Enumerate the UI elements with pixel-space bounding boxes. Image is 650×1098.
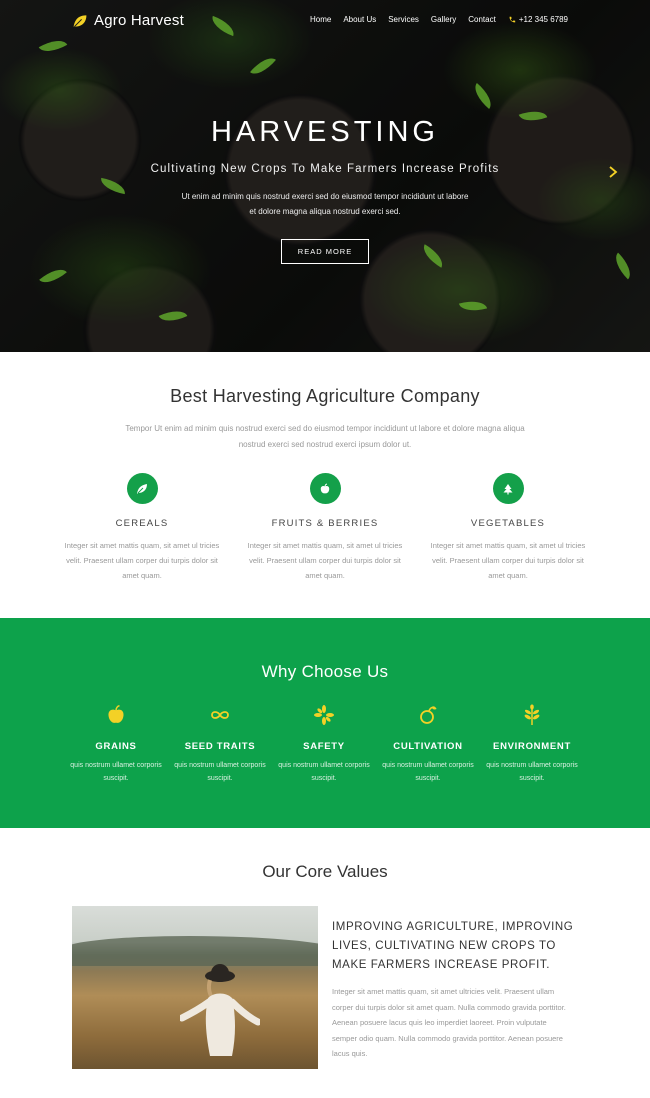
why-title: Why Choose Us xyxy=(261,662,389,681)
core-heading: IMPROVING AGRICULTURE, IMPROVING LIVES, … xyxy=(332,921,574,971)
apple-icon xyxy=(320,483,330,493)
about-section: Best Harvesting Agriculture Company Temp… xyxy=(0,352,650,618)
why-item-title: ENVIRONMENT xyxy=(493,741,571,752)
read-more-button[interactable]: READ MORE xyxy=(281,239,369,264)
hero-content: HARVESTING Cultivating New Crops To Make… xyxy=(0,116,650,264)
why-item-title: CULTIVATION xyxy=(393,741,463,752)
why-item-text: quis nostrum ullamet corporis suscipit. xyxy=(174,762,266,782)
why-item-text: quis nostrum ullamet corporis suscipit. xyxy=(278,762,370,782)
woman-in-field-illustration xyxy=(180,964,260,1056)
next-slide-arrow-icon[interactable] xyxy=(606,165,620,179)
top-navigation: Agro Harvest Home About Us Services Gall… xyxy=(0,0,650,40)
feature-text: Integer sit amet mattis quam, sit amet u… xyxy=(247,541,403,580)
leaf-decoration xyxy=(458,296,488,316)
apple-icon xyxy=(108,705,124,723)
feature-icon-circle xyxy=(492,473,524,504)
why-item-grains: GRAINS quis nostrum ullamet corporis sus… xyxy=(68,704,164,785)
main-menu: Home About Us Services Gallery Contact +… xyxy=(310,15,568,24)
fruit-icon xyxy=(420,706,437,724)
feature-title: FRUITS & BERRIES xyxy=(271,518,379,529)
why-choose-us-section: Why Choose Us GRAINS quis nostrum ullame… xyxy=(0,618,650,828)
nav-home[interactable]: Home xyxy=(310,15,331,24)
nav-services[interactable]: Services xyxy=(388,15,419,24)
nav-gallery[interactable]: Gallery xyxy=(431,15,456,24)
why-item-title: GRAINS xyxy=(95,741,137,752)
tree-icon xyxy=(503,483,513,494)
feature-icon-circle xyxy=(126,473,158,504)
why-item-text: quis nostrum ullamet corporis suscipit. xyxy=(382,762,474,782)
feature-title: CEREALS xyxy=(115,518,169,529)
core-title: Our Core Values xyxy=(262,862,388,881)
why-item-environment: ENVIRONMENT quis nostrum ullamet corpori… xyxy=(484,704,580,785)
hero-subtitle: Cultivating New Crops To Make Farmers In… xyxy=(150,163,500,175)
why-item-seed-traits: SEED TRAITS quis nostrum ullamet corpori… xyxy=(172,704,268,785)
nav-contact[interactable]: Contact xyxy=(468,15,496,24)
sprout-icon xyxy=(524,704,540,725)
feature-list: CEREALS Integer sit amet mattis quam, si… xyxy=(62,473,588,583)
why-item-list: GRAINS quis nostrum ullamet corporis sus… xyxy=(68,704,580,785)
leaf-icon xyxy=(137,483,147,494)
why-item-text: quis nostrum ullamet corporis suscipit. xyxy=(70,762,162,782)
why-item-text: quis nostrum ullamet corporis suscipit. xyxy=(486,762,578,782)
feature-title: VEGETABLES xyxy=(470,518,546,529)
feature-icon-circle xyxy=(309,473,341,504)
infinity-icon xyxy=(211,711,229,719)
leaf-decoration xyxy=(469,83,497,109)
hero-banner: Agro Harvest Home About Us Services Gall… xyxy=(0,0,650,352)
hero-title: HARVESTING xyxy=(210,116,439,148)
why-item-title: SAFETY xyxy=(303,741,345,752)
brand-logo[interactable]: Agro Harvest xyxy=(72,12,184,29)
why-item-cultivation: CULTIVATION quis nostrum ullamet corpori… xyxy=(380,704,476,785)
feature-text: Integer sit amet mattis quam, sit amet u… xyxy=(64,541,220,580)
hero-description: Ut enim ad minim quis nostrud exerci sed… xyxy=(181,192,469,216)
brand-name: Agro Harvest xyxy=(94,12,184,29)
feature-text: Integer sit amet mattis quam, sit amet u… xyxy=(430,541,586,580)
leaf-decoration xyxy=(250,52,276,80)
leaf-icon xyxy=(73,14,87,27)
core-values-image xyxy=(72,906,318,1069)
why-item-title: SEED TRAITS xyxy=(184,741,256,752)
core-values-section: Our Core Values IMPROVING AGRICULTURE, I… xyxy=(0,828,650,1098)
phone-number: +12 345 6789 xyxy=(518,15,568,24)
leaf-decoration xyxy=(39,263,67,289)
why-item-safety: SAFETY quis nostrum ullamet corporis sus… xyxy=(276,704,372,785)
phone-icon xyxy=(509,16,516,22)
core-text: Integer sit amet mattis quam, sit amet u… xyxy=(332,987,566,1058)
about-intro: Tempor Ut enim ad minim quis nostrud exe… xyxy=(125,424,525,449)
feature-vegetables: VEGETABLES Integer sit amet mattis quam,… xyxy=(428,473,588,583)
feature-fruits-berries: FRUITS & BERRIES Integer sit amet mattis… xyxy=(245,473,405,583)
nav-phone[interactable]: +12 345 6789 xyxy=(508,15,568,24)
nav-about-us[interactable]: About Us xyxy=(343,15,376,24)
about-title: Best Harvesting Agriculture Company xyxy=(170,386,480,406)
pinwheel-icon xyxy=(314,705,334,725)
leaf-decoration xyxy=(158,305,188,327)
feature-cereals: CEREALS Integer sit amet mattis quam, si… xyxy=(62,473,222,583)
